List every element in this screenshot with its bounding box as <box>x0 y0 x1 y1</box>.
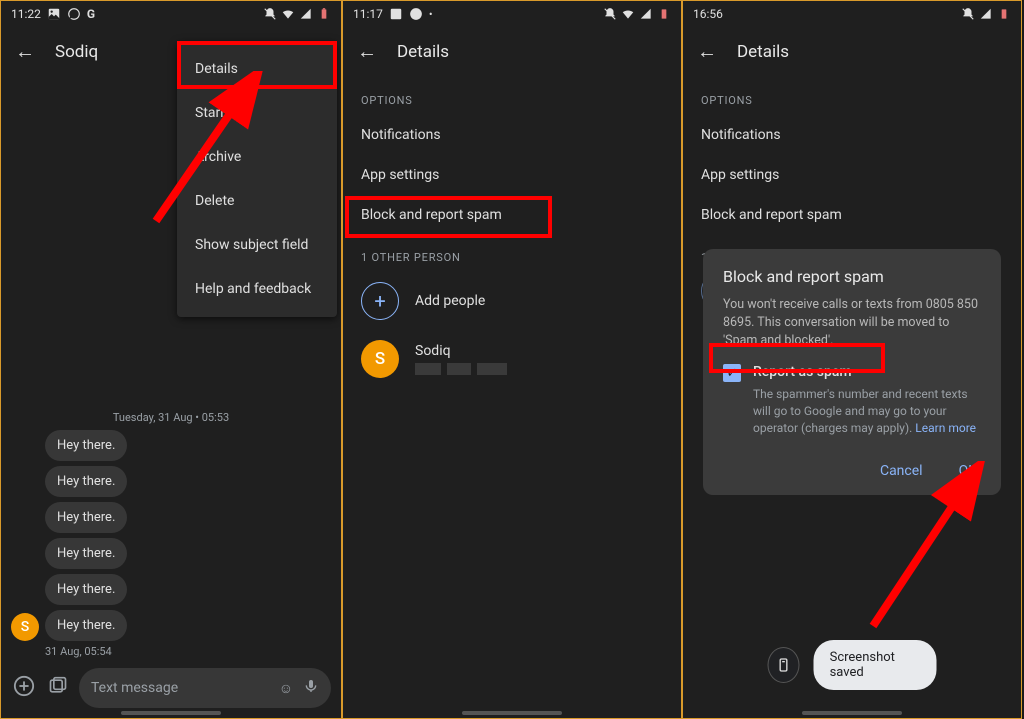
emoji-icon[interactable]: ☺ <box>279 680 293 697</box>
back-arrow-icon[interactable]: ← <box>357 39 377 64</box>
nav-handle[interactable] <box>802 711 902 715</box>
message-input[interactable]: Text message ☺ <box>79 668 331 708</box>
screenshot-panel-2: 11:17 • ← Details OPTIONS Notifications … <box>342 0 682 719</box>
dialog-body: You won't receive calls or texts from 08… <box>723 296 981 350</box>
back-arrow-icon[interactable]: ← <box>15 39 35 64</box>
message-timestamp: 31 Aug, 05:54 <box>1 641 341 658</box>
plus-circle-icon: + <box>361 282 399 320</box>
status-bar: 11:17 • <box>343 1 681 25</box>
google-g-icon: G <box>87 7 95 21</box>
menu-starred[interactable]: Starred <box>177 91 337 135</box>
status-bar: 16:56 <box>683 1 1021 25</box>
option-block-report-spam[interactable]: Block and report spam <box>683 195 1021 235</box>
menu-delete[interactable]: Delete <box>177 179 337 223</box>
menu-subject[interactable]: Show subject field <box>177 223 337 267</box>
image-icon <box>389 7 403 21</box>
section-people-label: 1 OTHER PERSON <box>343 235 681 272</box>
menu-archive[interactable]: Archive <box>177 135 337 179</box>
page-title: Details <box>737 42 789 62</box>
compose-bar: Text message ☺ <box>1 668 341 708</box>
details-header: ← Details <box>343 25 681 78</box>
option-app-settings[interactable]: App settings <box>343 155 681 195</box>
option-notifications[interactable]: Notifications <box>343 115 681 155</box>
battery-icon <box>657 7 671 21</box>
option-app-settings[interactable]: App settings <box>683 155 1021 195</box>
mic-icon[interactable] <box>303 678 319 698</box>
signal-icon <box>979 7 993 21</box>
dnd-icon <box>263 7 277 21</box>
screenshot-panel-1: 11:22 G ← Sodiq Details Starred Archive … <box>0 0 342 719</box>
wifi-icon <box>621 7 635 21</box>
battery-icon <box>317 7 331 21</box>
avatar: S <box>361 340 399 378</box>
option-notifications[interactable]: Notifications <box>683 115 1021 155</box>
whatsapp-icon <box>409 7 423 21</box>
option-block-report-spam[interactable]: Block and report spam <box>343 195 681 235</box>
dialog-title: Block and report spam <box>723 267 981 286</box>
add-icon[interactable] <box>11 675 37 702</box>
person-name: Sodiq <box>415 343 507 359</box>
section-options-label: OPTIONS <box>683 78 1021 115</box>
wifi-icon <box>281 7 295 21</box>
message-bubble[interactable]: Hey there. <box>45 502 127 533</box>
details-header: ← Details <box>683 25 1021 78</box>
report-spam-checkbox[interactable]: ✓ <box>723 364 741 382</box>
status-time: 16:56 <box>693 7 723 21</box>
toast-text[interactable]: Screenshot saved <box>814 640 937 690</box>
message-bubble[interactable]: Hey there. <box>45 430 127 461</box>
message-bubble[interactable]: Hey there. <box>45 538 127 569</box>
image-icon <box>47 7 61 21</box>
chat-date: Tuesday, 31 Aug • 05:53 <box>1 405 341 430</box>
message-bubble[interactable]: Hey there. <box>45 466 127 497</box>
overflow-menu: Details Starred Archive Delete Show subj… <box>177 41 337 317</box>
menu-details[interactable]: Details <box>177 47 337 91</box>
message-placeholder: Text message <box>91 680 279 696</box>
status-bar: 11:22 G <box>1 1 341 25</box>
nav-handle[interactable] <box>462 711 562 715</box>
block-spam-dialog: Block and report spam You won't receive … <box>703 249 1001 495</box>
nav-handle[interactable] <box>121 711 221 715</box>
add-people-label: Add people <box>415 293 485 309</box>
learn-more-link[interactable]: Learn more <box>915 421 976 435</box>
message-bubble[interactable]: Hey there. <box>45 574 127 605</box>
person-row[interactable]: S Sodiq <box>343 330 681 388</box>
more-notifications-icon: • <box>429 8 433 21</box>
add-people-button[interactable]: + Add people <box>343 272 681 330</box>
back-arrow-icon[interactable]: ← <box>697 39 717 64</box>
dnd-icon <box>603 7 617 21</box>
gallery-icon[interactable] <box>45 676 71 701</box>
report-spam-label: Report as spam <box>753 364 981 380</box>
cancel-button[interactable]: Cancel <box>876 457 927 485</box>
menu-help[interactable]: Help and feedback <box>177 267 337 311</box>
report-spam-subtext: The spammer's number and recent texts wi… <box>753 386 981 436</box>
person-number-redacted <box>415 363 507 375</box>
whatsapp-icon <box>67 7 81 21</box>
status-time: 11:17 <box>353 7 383 21</box>
toast: Screenshot saved <box>768 640 937 690</box>
signal-icon <box>299 7 313 21</box>
message-bubble[interactable]: Hey there. <box>45 610 127 641</box>
dnd-icon <box>961 7 975 21</box>
contact-name[interactable]: Sodiq <box>55 42 98 62</box>
section-options-label: OPTIONS <box>343 78 681 115</box>
status-time: 11:22 <box>11 7 41 21</box>
avatar[interactable]: S <box>11 613 39 641</box>
battery-icon <box>997 7 1011 21</box>
page-title: Details <box>397 42 449 62</box>
chat-messages: Tuesday, 31 Aug • 05:53 Hey there. Hey t… <box>1 405 341 658</box>
signal-icon <box>639 7 653 21</box>
ok-button[interactable]: OK <box>955 457 981 485</box>
screenshot-panel-3: 16:56 ← Details OPTIONS Notifications Ap… <box>682 0 1022 719</box>
refresh-icon[interactable] <box>768 647 800 683</box>
